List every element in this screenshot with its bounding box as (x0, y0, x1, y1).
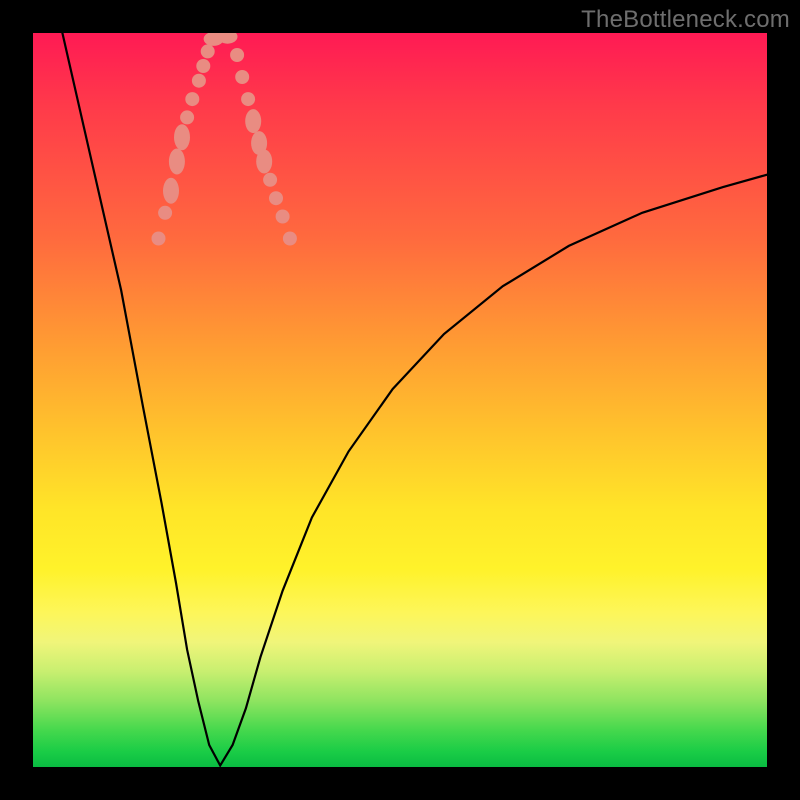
marker (230, 48, 244, 62)
marker (235, 70, 249, 84)
bottleneck-curve (33, 33, 767, 767)
marker (158, 206, 172, 220)
watermark-text: TheBottleneck.com (581, 6, 790, 34)
marker (169, 149, 185, 175)
marker (180, 110, 194, 124)
marker (185, 92, 199, 106)
marker (269, 191, 283, 205)
marker (256, 150, 272, 174)
marker (276, 210, 290, 224)
marker (163, 178, 179, 204)
marker (245, 109, 261, 133)
marker (174, 124, 190, 150)
marker (241, 92, 255, 106)
marker (196, 59, 210, 73)
marker (192, 74, 206, 88)
curve-path (62, 33, 767, 766)
marker (283, 232, 297, 246)
chart-frame: TheBottleneck.com (0, 0, 800, 800)
marker (201, 44, 215, 58)
plot-area (33, 33, 767, 767)
marker (263, 173, 277, 187)
marker (152, 232, 166, 246)
